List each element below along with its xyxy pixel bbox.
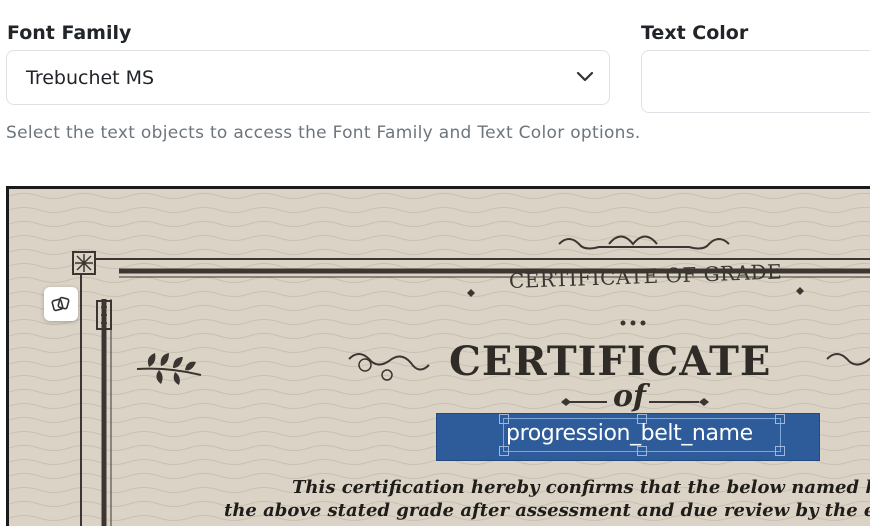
- progression-belt-name-field[interactable]: progression_belt_name: [506, 421, 753, 446]
- certificate-body-line-1[interactable]: This certification hereby confirms that …: [292, 477, 870, 498]
- certificate-canvas[interactable]: CERTIFICATE OF GRADE CERTIFICATE of prog…: [6, 186, 870, 526]
- resize-handle[interactable]: [775, 446, 785, 456]
- duplicate-button[interactable]: [44, 287, 78, 321]
- chevron-down-icon: [576, 71, 594, 82]
- text-color-input[interactable]: [641, 50, 870, 113]
- certificate-body-line-2[interactable]: the above stated grade after assessment …: [224, 500, 870, 521]
- duplicate-icon: [51, 296, 70, 312]
- text-color-label: Text Color: [641, 22, 749, 44]
- font-family-value: Trebuchet MS: [26, 67, 155, 89]
- hint-text: Select the text objects to access the Fo…: [6, 123, 641, 143]
- certificate-of[interactable]: of: [613, 379, 646, 414]
- resize-handle[interactable]: [775, 414, 785, 424]
- resize-handle[interactable]: [499, 446, 509, 456]
- resize-handle[interactable]: [637, 446, 647, 456]
- font-family-label: Font Family: [7, 22, 132, 44]
- certificate-heading[interactable]: CERTIFICATE: [449, 338, 771, 385]
- font-family-select[interactable]: Trebuchet MS: [6, 50, 610, 105]
